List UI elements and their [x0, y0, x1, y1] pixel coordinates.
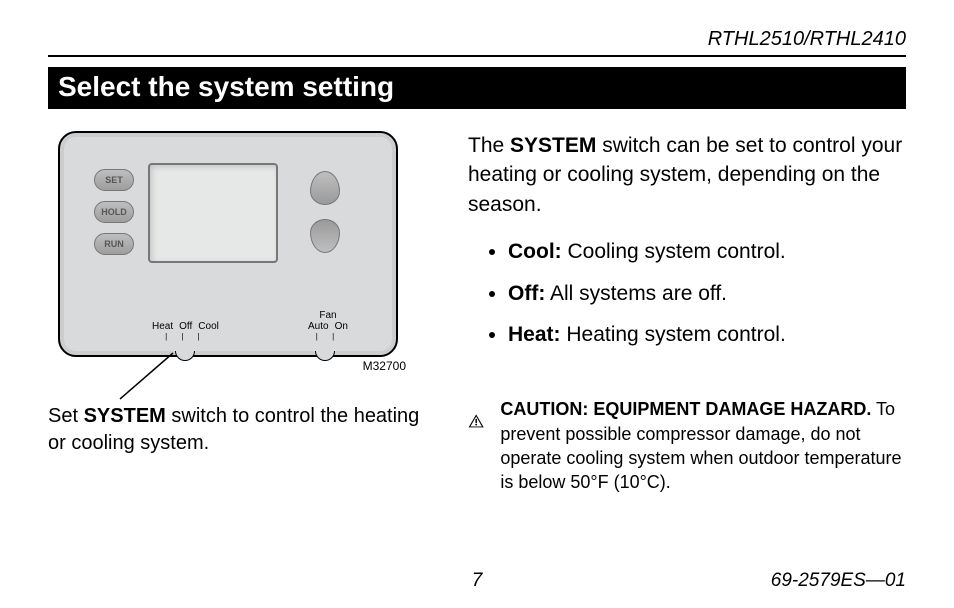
system-switch-ticks: | | |: [152, 332, 219, 341]
option-off-label: Off:: [508, 282, 545, 305]
option-heat-label: Heat:: [508, 323, 561, 346]
intro-bold: SYSTEM: [510, 134, 596, 157]
fan-title-label: Fan: [308, 310, 348, 321]
option-cool-label: Cool:: [508, 240, 562, 263]
system-off-label: Off: [179, 321, 192, 332]
document-id: 69-2579ES—01: [771, 570, 906, 592]
lcd-screen: [148, 163, 278, 263]
left-button-column: SET HOLD RUN: [94, 169, 134, 255]
intro-paragraph: The SYSTEM switch can be set to control …: [468, 131, 906, 219]
up-arrow-button: [310, 171, 340, 205]
callout-line: [118, 351, 188, 401]
fan-switch-ticks: | |: [308, 332, 348, 341]
option-heat-desc: Heating system control.: [561, 323, 786, 346]
header-divider: [48, 55, 906, 57]
system-cool-label: Cool: [198, 321, 219, 332]
caution-text: CAUTION: EQUIPMENT DAMAGE HAZARD. To pre…: [500, 397, 906, 494]
option-off-desc: All systems are off.: [545, 282, 727, 305]
page-number: 7: [472, 570, 483, 592]
caution-box: CAUTION: EQUIPMENT DAMAGE HAZARD. To pre…: [468, 397, 906, 494]
diagram-id: M32700: [363, 359, 406, 373]
fan-switch-knob: [315, 351, 335, 361]
footer: 7 69-2579ES—01: [48, 570, 906, 592]
option-cool-desc: Cooling system control.: [562, 240, 786, 263]
down-arrow-button: [310, 219, 340, 253]
option-off: Off: All systems are off.: [508, 279, 906, 308]
model-header: RTHL2510/RTHL2410: [48, 28, 906, 51]
run-button: RUN: [94, 233, 134, 255]
fan-on-label: On: [335, 321, 348, 332]
thermostat-diagram: SET HOLD RUN Heat Off Cool | | | Fan: [48, 131, 408, 357]
fan-switch-labels: Fan Auto On | |: [308, 310, 348, 341]
options-list: Cool: Cooling system control. Off: All s…: [468, 237, 906, 349]
hold-button: HOLD: [94, 201, 134, 223]
warning-icon: [468, 397, 484, 445]
right-column: The SYSTEM switch can be set to control …: [468, 131, 906, 495]
intro-prefix: The: [468, 134, 510, 157]
option-cool: Cool: Cooling system control.: [508, 237, 906, 266]
fan-auto-label: Auto: [308, 321, 329, 332]
caption-bold: SYSTEM: [84, 405, 166, 427]
thermostat-body: SET HOLD RUN Heat Off Cool | | | Fan: [58, 131, 398, 357]
set-button: SET: [94, 169, 134, 191]
caption-prefix: Set: [48, 405, 84, 427]
option-heat: Heat: Heating system control.: [508, 320, 906, 349]
page-title: Select the system setting: [48, 67, 906, 109]
content-area: SET HOLD RUN Heat Off Cool | | | Fan: [48, 131, 906, 495]
system-switch-labels: Heat Off Cool | | |: [152, 321, 219, 341]
left-column: SET HOLD RUN Heat Off Cool | | | Fan: [48, 131, 428, 495]
system-heat-label: Heat: [152, 321, 173, 332]
caution-title: CAUTION: EQUIPMENT DAMAGE HAZARD.: [500, 399, 871, 419]
diagram-caption: Set SYSTEM switch to control the heating…: [48, 403, 428, 457]
